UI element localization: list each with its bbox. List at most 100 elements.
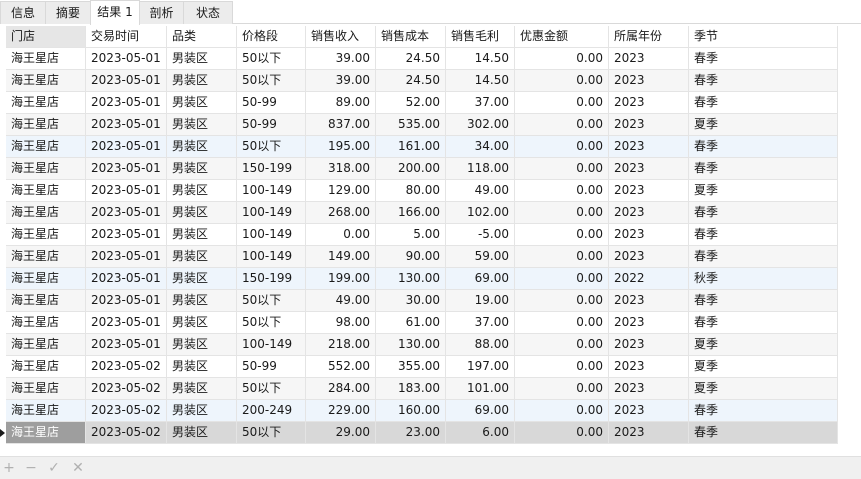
column-header[interactable]: 门店 — [6, 26, 86, 48]
table-cell[interactable]: 0.00 — [515, 180, 609, 202]
table-cell[interactable]: 200-249 — [237, 400, 306, 422]
table-cell[interactable]: 89.00 — [306, 92, 376, 114]
table-cell[interactable]: 0.00 — [515, 70, 609, 92]
table-cell[interactable]: 552.00 — [306, 356, 376, 378]
table-cell[interactable]: 0.00 — [515, 400, 609, 422]
delete-row-button[interactable]: − — [22, 458, 40, 478]
table-cell[interactable]: 2023 — [609, 356, 689, 378]
table-cell[interactable]: 2023-05-01 — [86, 136, 167, 158]
table-cell[interactable]: 0.00 — [515, 290, 609, 312]
table-cell[interactable]: 春季 — [689, 48, 838, 70]
table-cell[interactable]: 春季 — [689, 92, 838, 114]
table-cell[interactable]: -5.00 — [446, 224, 515, 246]
table-cell[interactable]: 24.50 — [376, 48, 446, 70]
table-cell[interactable]: 34.00 — [446, 136, 515, 158]
table-cell[interactable]: 2023 — [609, 422, 689, 444]
table-cell[interactable]: 0.00 — [515, 114, 609, 136]
table-cell[interactable]: 37.00 — [446, 312, 515, 334]
table-cell[interactable]: 50以下 — [237, 312, 306, 334]
table-cell[interactable]: 318.00 — [306, 158, 376, 180]
table-cell[interactable]: 69.00 — [446, 400, 515, 422]
table-cell[interactable]: 0.00 — [515, 422, 609, 444]
table-cell[interactable]: 2023-05-01 — [86, 202, 167, 224]
table-cell[interactable]: 61.00 — [376, 312, 446, 334]
table-cell[interactable]: 30.00 — [376, 290, 446, 312]
table-cell[interactable]: 2023 — [609, 290, 689, 312]
table-cell[interactable]: 100-149 — [237, 334, 306, 356]
table-cell[interactable]: 海王星店 — [6, 268, 86, 290]
table-cell[interactable]: 2023 — [609, 136, 689, 158]
table-cell[interactable]: 海王星店 — [6, 92, 86, 114]
table-cell[interactable]: 0.00 — [515, 136, 609, 158]
table-cell[interactable]: 52.00 — [376, 92, 446, 114]
column-header[interactable]: 交易时间 — [86, 26, 167, 48]
table-cell[interactable]: 160.00 — [376, 400, 446, 422]
table-cell[interactable]: 男装区 — [167, 400, 237, 422]
table-row[interactable]: 海王星店 2023-05-02 男装区 50以下 29.00 23.00 6.00 0.00 2… — [0, 422, 838, 444]
table-cell[interactable]: 355.00 — [376, 356, 446, 378]
table-cell[interactable]: 2023-05-01 — [86, 312, 167, 334]
table-cell[interactable]: 49.00 — [306, 290, 376, 312]
table-cell[interactable]: 海王星店 — [6, 290, 86, 312]
table-cell[interactable]: 80.00 — [376, 180, 446, 202]
table-cell[interactable]: 102.00 — [446, 202, 515, 224]
table-cell[interactable]: 0.00 — [515, 202, 609, 224]
table-cell[interactable]: 2022 — [609, 268, 689, 290]
table-cell[interactable]: 39.00 — [306, 70, 376, 92]
table-cell[interactable]: 海王星店 — [6, 246, 86, 268]
table-row[interactable]: 海王星店 2023-05-02 男装区 50-99 552.00 355.00 197.00… — [0, 356, 838, 378]
add-row-button[interactable]: + — [0, 458, 18, 478]
table-cell[interactable]: 2023 — [609, 70, 689, 92]
table-cell[interactable]: 2023 — [609, 92, 689, 114]
table-cell[interactable]: 2023-05-01 — [86, 334, 167, 356]
table-cell[interactable]: 2023 — [609, 246, 689, 268]
table-cell[interactable]: 100-149 — [237, 180, 306, 202]
table-cell[interactable]: 50-99 — [237, 356, 306, 378]
table-cell[interactable]: 2023-05-02 — [86, 400, 167, 422]
table-cell[interactable]: 2023-05-02 — [86, 356, 167, 378]
column-header[interactable]: 价格段 — [237, 26, 306, 48]
table-cell[interactable]: 男装区 — [167, 268, 237, 290]
table-cell[interactable]: 2023 — [609, 48, 689, 70]
table-cell[interactable]: 海王星店 — [6, 378, 86, 400]
table-cell[interactable]: 海王星店 — [6, 180, 86, 202]
table-cell[interactable]: 200.00 — [376, 158, 446, 180]
table-cell[interactable]: 海王星店 — [6, 48, 86, 70]
table-cell[interactable]: 海王星店 — [6, 202, 86, 224]
table-row[interactable]: 海王星店 2023-05-01 男装区 100-149 0.00 5.00 -5.00 0.0… — [0, 224, 838, 246]
table-cell[interactable]: 春季 — [689, 224, 838, 246]
table-cell[interactable]: 男装区 — [167, 356, 237, 378]
table-row[interactable]: 海王星店 2023-05-01 男装区 100-149 218.00 130.00 88.0… — [0, 334, 838, 356]
table-cell[interactable]: 春季 — [689, 400, 838, 422]
table-cell[interactable]: 2023 — [609, 400, 689, 422]
table-cell[interactable]: 197.00 — [446, 356, 515, 378]
table-cell[interactable]: 161.00 — [376, 136, 446, 158]
column-header[interactable]: 所属年份 — [609, 26, 689, 48]
table-cell[interactable]: 100-149 — [237, 202, 306, 224]
table-row[interactable]: 海王星店 2023-05-01 男装区 50-99 837.00 535.00 302.00… — [0, 114, 838, 136]
table-cell[interactable]: 男装区 — [167, 312, 237, 334]
table-cell[interactable]: 88.00 — [446, 334, 515, 356]
table-cell[interactable]: 2023-05-01 — [86, 246, 167, 268]
table-cell[interactable]: 春季 — [689, 246, 838, 268]
column-header[interactable]: 销售毛利 — [446, 26, 515, 48]
table-cell[interactable]: 海王星店 — [6, 422, 86, 444]
table-cell[interactable]: 183.00 — [376, 378, 446, 400]
table-row[interactable]: 海王星店 2023-05-01 男装区 100-149 129.00 80.00 49.00… — [0, 180, 838, 202]
table-cell[interactable]: 2023 — [609, 334, 689, 356]
table-cell[interactable]: 海王星店 — [6, 312, 86, 334]
table-cell[interactable]: 海王星店 — [6, 400, 86, 422]
table-cell[interactable]: 268.00 — [306, 202, 376, 224]
table-cell[interactable]: 101.00 — [446, 378, 515, 400]
table-cell[interactable]: 男装区 — [167, 334, 237, 356]
table-cell[interactable]: 129.00 — [306, 180, 376, 202]
apply-changes-button[interactable]: ✓ — [45, 458, 63, 478]
table-cell[interactable]: 39.00 — [306, 48, 376, 70]
table-cell[interactable]: 0.00 — [515, 48, 609, 70]
table-cell[interactable]: 29.00 — [306, 422, 376, 444]
table-row[interactable]: 海王星店 2023-05-01 男装区 50以下 39.00 24.50 14.50 0.00… — [0, 48, 838, 70]
column-header[interactable]: 季节 — [689, 26, 838, 48]
table-cell[interactable]: 海王星店 — [6, 158, 86, 180]
table-cell[interactable]: 50以下 — [237, 422, 306, 444]
table-cell[interactable]: 14.50 — [446, 48, 515, 70]
